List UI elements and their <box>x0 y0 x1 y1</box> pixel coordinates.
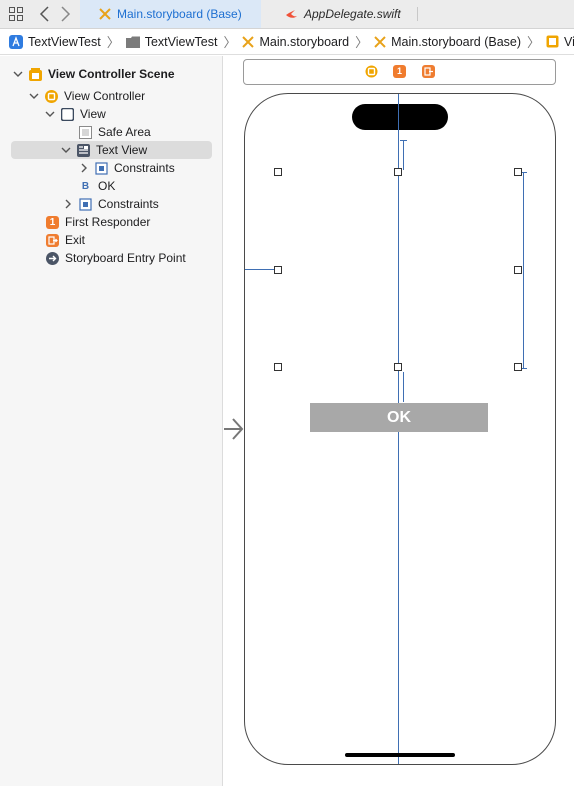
outline-item-first-responder[interactable]: 1 First Responder <box>46 213 150 231</box>
dynamic-island <box>352 104 448 130</box>
tab-main-storyboard[interactable]: Main.storyboard (Base) <box>80 0 261 28</box>
ok-button[interactable]: OK <box>310 403 488 432</box>
outline-label: OK <box>98 179 116 193</box>
resize-handle[interactable] <box>394 168 402 176</box>
chevron-down-icon[interactable] <box>13 69 23 79</box>
storyboard-canvas[interactable]: 1 OK <box>223 56 574 786</box>
safe-area-icon <box>79 125 92 139</box>
exit-icon <box>46 233 59 247</box>
tab-appdelegate[interactable]: AppDelegate.swift <box>285 0 401 28</box>
swift-icon <box>286 10 297 18</box>
outline-item-view-constraints[interactable]: Constraints <box>63 195 159 213</box>
outline-label: First Responder <box>65 215 151 229</box>
folder-icon <box>125 36 140 48</box>
grid-icon[interactable] <box>9 7 23 21</box>
chevron-down-icon[interactable] <box>61 145 71 155</box>
resize-handle[interactable] <box>514 266 522 274</box>
chevron-right-icon[interactable] <box>63 199 73 209</box>
chevron-down-icon[interactable] <box>29 91 39 101</box>
outline-item-scene[interactable]: View Controller Scene <box>13 65 175 83</box>
outline-label: View Controller <box>64 89 146 103</box>
constraints-icon <box>95 161 108 175</box>
view-icon <box>61 107 74 121</box>
chevron-right-icon[interactable] <box>79 163 89 173</box>
home-indicator <box>345 753 455 757</box>
breadcrumb: TextViewTest 〉 TextViewTest 〉 Main.story… <box>0 29 574 55</box>
top-constraint-line <box>403 140 404 170</box>
outline-label: Constraints <box>114 161 175 175</box>
resize-handle[interactable] <box>274 168 282 176</box>
outline-item-view[interactable]: View <box>45 105 106 123</box>
view-controller-icon[interactable] <box>365 65 378 78</box>
breadcrumb-storyboard-base[interactable]: Main.storyboard (Base) <box>374 35 521 49</box>
outline-item-exit[interactable]: Exit <box>46 231 85 249</box>
top-constraint-cap <box>400 140 407 141</box>
chevron-right-icon: 〉 <box>223 35 237 50</box>
chevron-right-icon: 〉 <box>355 35 369 50</box>
tab-divider <box>417 7 418 21</box>
outline-label: Safe Area <box>98 125 151 139</box>
resize-handle[interactable] <box>394 363 402 371</box>
resize-handle[interactable] <box>274 363 282 371</box>
storyboard-icon <box>374 35 386 48</box>
storyboard-icon <box>99 8 111 20</box>
exit-icon[interactable] <box>422 65 435 78</box>
breadcrumb-project[interactable]: TextViewTest <box>9 34 101 49</box>
forward-arrow-icon[interactable] <box>58 5 72 23</box>
breadcrumb-view-controller[interactable]: View Controlle <box>546 35 574 49</box>
outline-label: View Controller Scene <box>48 67 175 81</box>
outline-label: Exit <box>65 233 86 247</box>
outline-label: Constraints <box>98 197 159 211</box>
constraints-icon <box>79 197 92 211</box>
view-controller-icon <box>546 35 559 48</box>
iphone-frame: OK <box>244 93 556 765</box>
resize-handle[interactable] <box>514 168 522 176</box>
outline-item-text-view-constraints[interactable]: Constraints <box>79 159 175 177</box>
resize-handle[interactable] <box>514 363 522 371</box>
breadcrumb-storyboard[interactable]: Main.storyboard <box>242 35 349 49</box>
outline-label: Storyboard Entry Point <box>65 251 186 265</box>
storyboard-icon <box>242 35 255 48</box>
document-outline: View Controller Scene View Controller Vi… <box>0 56 223 786</box>
entry-point-icon <box>46 251 59 265</box>
chevron-down-icon[interactable] <box>45 109 55 119</box>
outline-item-safe-area[interactable]: Safe Area <box>79 123 151 141</box>
view-controller-icon <box>45 89 58 103</box>
tab-label: AppDelegate.swift <box>304 7 401 21</box>
trailing-constraint-line <box>523 172 524 368</box>
outline-item-text-view[interactable]: Text View <box>61 141 147 159</box>
chevron-right-icon: 〉 <box>106 35 120 50</box>
outline-item-entry-point[interactable]: Storyboard Entry Point <box>46 249 186 267</box>
outline-label: View <box>80 107 106 121</box>
back-arrow-icon[interactable] <box>38 5 52 23</box>
scene-icon <box>29 67 42 81</box>
entry-point-arrow-icon[interactable] <box>223 416 245 442</box>
first-responder-icon: 1 <box>46 215 59 229</box>
button-icon: B <box>81 180 90 192</box>
text-view-icon <box>77 143 90 157</box>
outline-item-ok-button[interactable]: B OK <box>79 177 115 195</box>
breadcrumb-folder[interactable]: TextViewTest <box>125 35 217 49</box>
tab-label: Main.storyboard (Base) <box>117 7 242 21</box>
chevron-right-icon: 〉 <box>527 35 541 50</box>
outline-label: Text View <box>96 143 148 157</box>
app-project-icon <box>9 34 23 49</box>
tab-bar: Main.storyboard (Base) AppDelegate.swift <box>0 0 574 29</box>
button-spacing-constraint <box>403 372 404 402</box>
scene-dock[interactable]: 1 <box>243 59 556 85</box>
first-responder-icon[interactable]: 1 <box>393 65 406 78</box>
resize-handle[interactable] <box>274 266 282 274</box>
outline-item-view-controller[interactable]: View Controller <box>29 87 145 105</box>
